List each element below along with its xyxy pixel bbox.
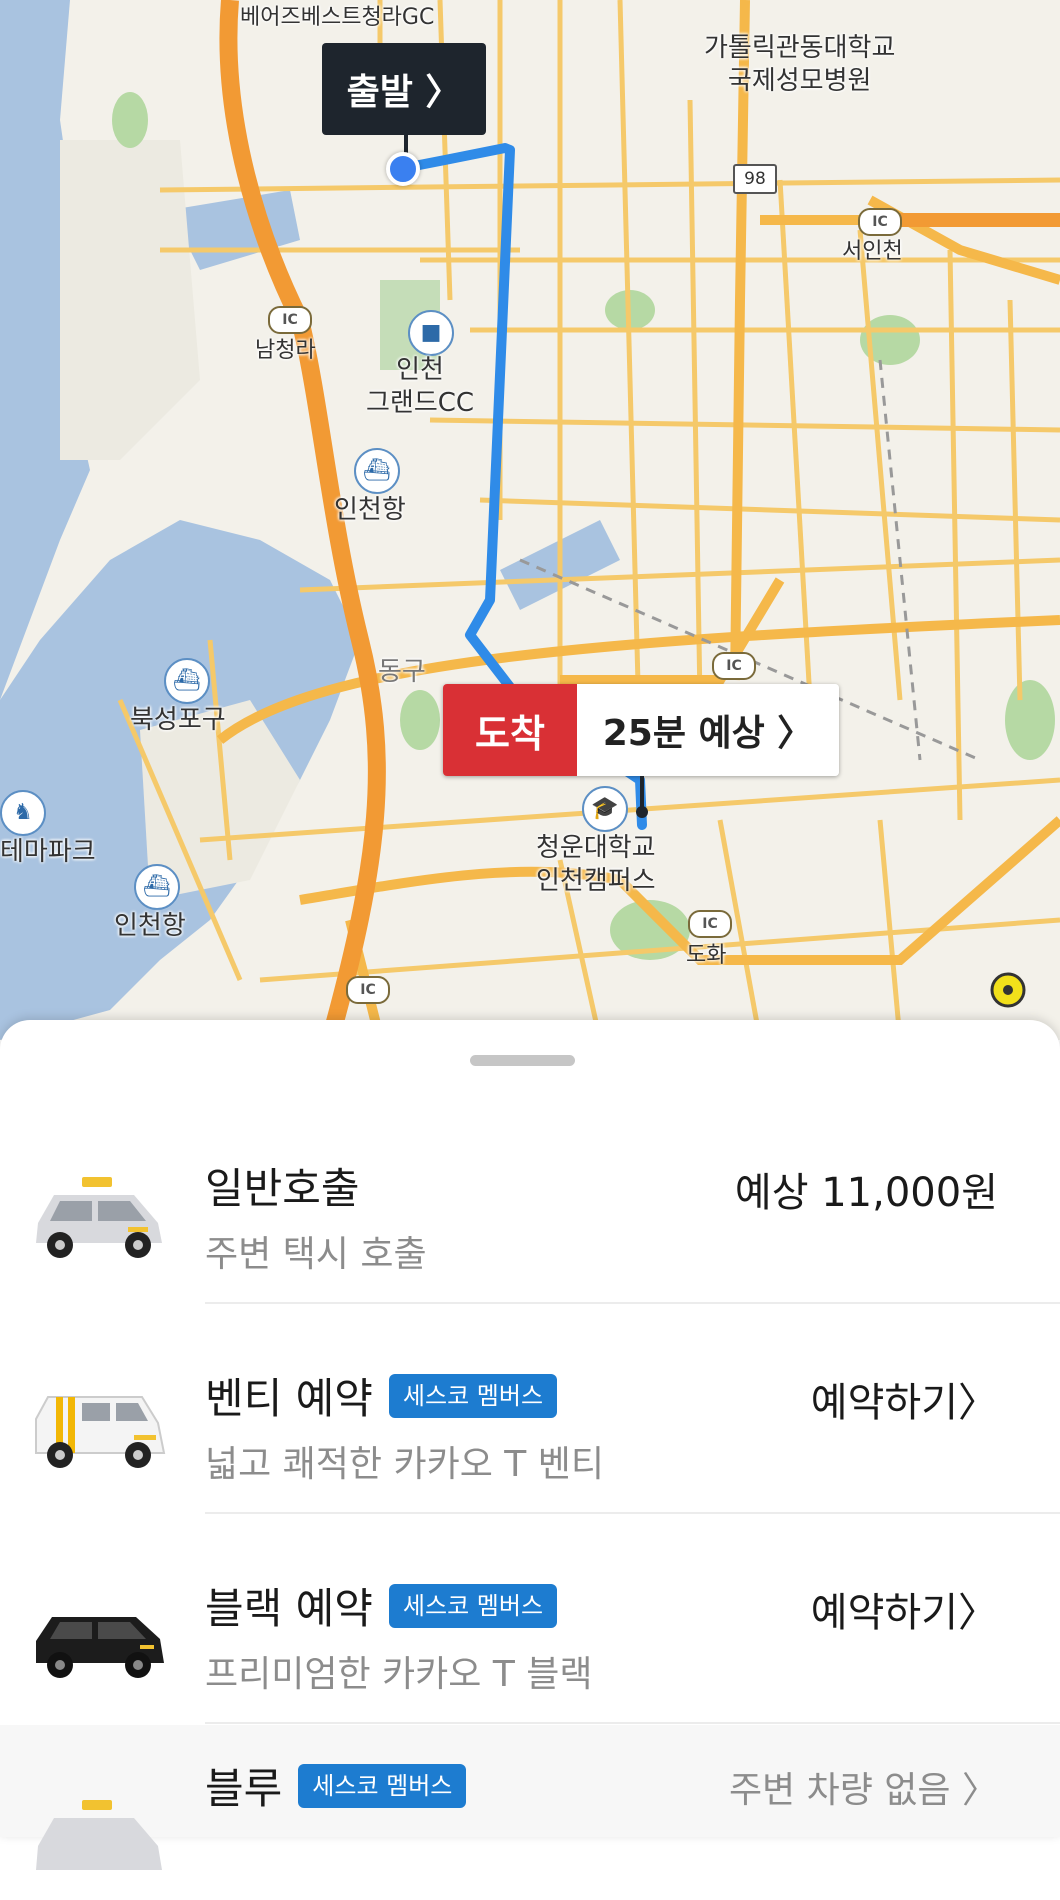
horse-icon: ♞ <box>0 790 46 836</box>
map-label-incheon-port-top: 인천항 <box>334 495 406 525</box>
no-vehicles-nearby[interactable]: 주변 차량 없음 〉 <box>729 1761 998 1813</box>
black-car-icon <box>36 1617 164 1678</box>
sheet-drag-handle[interactable] <box>470 1055 575 1066</box>
reserve-button[interactable]: 예약하기〉 <box>811 1580 998 1638</box>
map-label-bears-best: 베어즈베스트청라GC <box>240 5 435 30</box>
option-blue[interactable]: 블루 세스코 멤버스 주변 차량 없음 〉 <box>0 1725 1060 1870</box>
option-title-text: 블루 <box>205 1764 283 1813</box>
map-label-catholic: 가톨릭관동대학교 국제성모병원 <box>704 32 895 97</box>
ride-options-sheet: 일반호출 주변 택시 호출 예상 11,000원 벤티 예약 세스코 멤버스 넓… <box>0 1020 1060 1870</box>
map-label-catholic-line2: 국제성모병원 <box>727 65 872 96</box>
map-label-cheongun-line2: 인천캠퍼스 <box>536 865 656 896</box>
venti-van-icon <box>35 1396 166 1468</box>
option-title: 벤티 예약 세스코 멤버스 <box>205 1365 558 1426</box>
divider <box>205 1512 1060 1514</box>
eta-label: 25분 예상 〉 <box>577 684 839 776</box>
divider <box>205 1302 1060 1304</box>
ic-badge: IC <box>268 306 312 334</box>
departure-marker[interactable]: 출발 〉 <box>322 43 486 135</box>
cesco-members-badge: 세스코 멤버스 <box>388 1583 558 1628</box>
option-subtitle: 프리미엄한 카카오 T 블랙 <box>205 1654 593 1695</box>
option-title: 일반호출 <box>205 1155 360 1216</box>
golf-icon: ■ <box>408 310 454 356</box>
option-subtitle: 주변 택시 호출 <box>205 1234 427 1275</box>
map-label-dong-gu: 동구 <box>378 657 426 687</box>
map-label-seo-incheon: 서인천 <box>842 239 903 264</box>
map-label-dohwa: 도화 <box>686 943 727 968</box>
option-general-call[interactable]: 일반호출 주변 택시 호출 예상 11,000원 <box>0 1120 1060 1330</box>
option-title-text: 블랙 예약 <box>205 1584 373 1633</box>
option-venti-reservation[interactable]: 벤티 예약 세스코 멤버스 넓고 쾌적한 카카오 T 벤티 예약하기〉 <box>0 1330 1060 1540</box>
departure-point <box>386 152 420 186</box>
divider <box>205 1722 1060 1724</box>
ic-badge: IC <box>858 208 902 236</box>
option-title: 블랙 예약 세스코 멤버스 <box>205 1575 558 1636</box>
map-view[interactable]: 베어즈베스트청라GC 가톨릭관동대학교 국제성모병원 98 IC 서인천 IC … <box>0 0 1060 1040</box>
map-label-namcheongna: 남청라 <box>255 338 316 363</box>
map-label-catholic-line1: 가톨릭관동대학교 <box>704 33 896 63</box>
option-title-text: 일반호출 <box>205 1164 360 1213</box>
cesco-members-badge: 세스코 멤버스 <box>298 1763 467 1808</box>
reserve-button[interactable]: 예약하기〉 <box>811 1370 998 1428</box>
map-label-incheon-grand-line2: 그랜드CC <box>366 387 475 418</box>
ic-badge: IC <box>346 976 390 1004</box>
arrival-label: 도착 <box>443 684 577 776</box>
ship-icon: ⛴ <box>134 864 180 910</box>
option-title-text: 벤티 예약 <box>205 1374 373 1423</box>
graduation-cap-icon: 🎓 <box>582 786 628 832</box>
ic-badge: IC <box>688 910 732 938</box>
route-98-sign: 98 <box>733 164 777 194</box>
option-subtitle: 넓고 쾌적한 카카오 T 벤티 <box>205 1444 604 1485</box>
estimated-fare: 예상 11,000원 <box>734 1170 998 1216</box>
map-label-cheongun-line1: 청운대학교 <box>536 833 656 863</box>
map-label-incheon-grand: 인천 그랜드CC <box>366 354 474 419</box>
map-label-incheon-port-bottom: 인천항 <box>114 911 186 941</box>
map-label-bukseong-port: 북성포구 <box>130 705 226 735</box>
blue-taxi-icon <box>36 1800 162 1870</box>
map-label-incheon-grand-line1: 인천 <box>396 355 444 385</box>
arrival-marker[interactable]: 도착 25분 예상 〉 <box>443 684 839 776</box>
arrival-marker-stem <box>640 776 644 810</box>
option-black-reservation[interactable]: 블랙 예약 세스코 멤버스 프리미엄한 카카오 T 블랙 예약하기〉 <box>0 1540 1060 1750</box>
ship-icon: ⛴ <box>354 448 400 494</box>
option-title: 블루 세스코 멤버스 <box>205 1755 467 1816</box>
map-label-cheongun: 청운대학교 인천캠퍼스 <box>536 832 656 897</box>
taxi-car-icon <box>36 1177 162 1258</box>
map-label-theme-park: 테마파크 <box>0 837 96 867</box>
ic-badge: IC <box>712 652 756 680</box>
cesco-members-badge: 세스코 멤버스 <box>388 1373 558 1418</box>
ship-icon: ⛴ <box>164 658 210 704</box>
